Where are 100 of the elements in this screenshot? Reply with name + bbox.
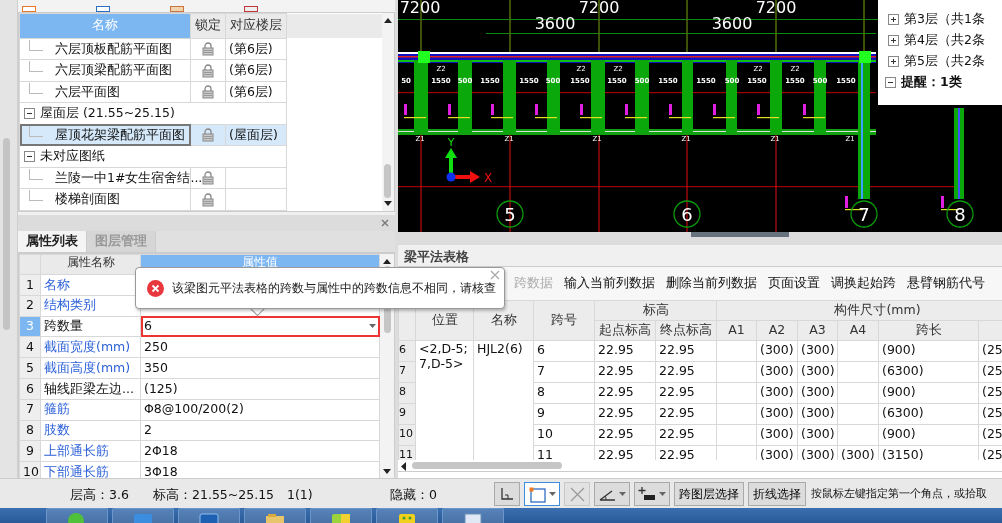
caret-icon[interactable] <box>369 324 376 329</box>
column-header[interactable]: 标高 <box>594 300 717 321</box>
property-value[interactable]: 2Φ18 <box>144 442 178 458</box>
table-cell: 7 <box>533 361 595 382</box>
property-name: 截面宽度(mm) <box>40 336 141 358</box>
column-header[interactable]: 构件尺寸(mm) <box>716 300 1002 321</box>
lock-icon[interactable] <box>202 85 214 100</box>
row-number[interactable]: 8 <box>19 420 41 441</box>
lock-icon[interactable] <box>202 63 214 78</box>
scrollbar-thumb[interactable] <box>384 164 392 198</box>
toolbar-button[interactable]: 输入当前列数据 <box>564 274 655 293</box>
column-header[interactable]: 对应楼层 <box>225 13 287 39</box>
collapse-icon[interactable] <box>24 151 35 163</box>
property-value[interactable]: (125) <box>144 380 178 396</box>
beam-frame-drawing[interactable] <box>398 0 878 232</box>
expand-icon[interactable] <box>888 35 899 46</box>
tree-item[interactable]: 第3层（共1条 <box>904 10 985 29</box>
status-text: 标高：21.55~25.15 <box>153 486 275 504</box>
expand-icon[interactable] <box>888 14 899 25</box>
scroll-up-arrow-icon[interactable] <box>382 258 392 265</box>
scrollbar-thumb[interactable] <box>3 138 10 330</box>
row-number[interactable]: 1 <box>19 274 41 296</box>
row-number[interactable]: 6 <box>19 378 41 400</box>
taskbar-button[interactable] <box>376 508 438 523</box>
table-cell: 22.95 <box>594 403 656 424</box>
taskbar-button[interactable] <box>178 508 240 523</box>
expand-icon[interactable] <box>888 56 899 67</box>
close-icon[interactable] <box>490 270 500 280</box>
column-header[interactable]: 锁定 <box>190 13 226 39</box>
property-name: 肢数 <box>40 420 141 441</box>
row-number[interactable]: 9 <box>398 403 416 424</box>
column-header[interactable]: 跨号 <box>533 300 595 340</box>
table-cell: 22.95 <box>655 424 717 445</box>
scroll-down-arrow-icon[interactable] <box>382 468 392 475</box>
property-value[interactable]: 2 <box>144 422 152 438</box>
row-number[interactable]: 6 <box>398 340 416 361</box>
select-button[interactable]: 跨图层选择 <box>674 482 744 506</box>
status-text: 隐藏：0 <box>390 486 437 504</box>
drawing-name[interactable]: 兰陵一中1#女生宿舍结... <box>55 169 203 185</box>
dropdown-field[interactable]: 6 <box>140 316 380 337</box>
floor-label: (第6层) <box>229 40 273 56</box>
column-header[interactable]: 属性名称 <box>40 254 141 275</box>
taskbar-button[interactable] <box>46 508 108 523</box>
table-cell: (300) <box>797 361 838 382</box>
app-icon <box>67 512 87 523</box>
toolbar-button[interactable]: 页面设置 <box>768 274 820 293</box>
taskbar-button[interactable] <box>310 508 372 523</box>
table-cell: 10 <box>533 424 595 445</box>
property-value[interactable]: 350 <box>144 359 168 375</box>
toolbar-button[interactable]: 删除当前列数据 <box>666 274 757 293</box>
table-cell: 22.95 <box>594 361 656 382</box>
property-value[interactable]: 250 <box>144 338 168 354</box>
scroll-left-arrow-icon[interactable] <box>401 462 407 471</box>
toolbar-button[interactable]: 悬臂钢筋代号 <box>907 274 985 293</box>
scroll-up-arrow-icon[interactable] <box>382 17 393 24</box>
scrollbar-thumb[interactable] <box>412 462 562 469</box>
splitter-handle[interactable] <box>691 232 789 237</box>
toolbar-button[interactable]: 调换起始跨 <box>831 274 896 293</box>
ortho-icon <box>498 485 516 503</box>
property-value[interactable]: 3Φ18 <box>144 463 178 479</box>
row-number[interactable]: 7 <box>19 399 41 421</box>
origin-dot <box>446 172 456 182</box>
dimension-label: 7200 <box>399 0 441 17</box>
row-number[interactable]: 9 <box>19 440 41 462</box>
taskbar-button[interactable] <box>442 508 504 523</box>
row-number[interactable]: 10 <box>398 424 416 445</box>
collapse-icon[interactable] <box>885 77 896 88</box>
row-number[interactable]: 5 <box>19 357 41 379</box>
lock-icon[interactable] <box>202 128 214 143</box>
axis-label: 6 <box>681 204 693 225</box>
lock-icon[interactable] <box>202 192 214 207</box>
row-number[interactable]: 4 <box>19 336 41 358</box>
row-number[interactable]: 7 <box>398 361 416 382</box>
table-cell: (300) <box>756 403 798 424</box>
close-icon[interactable] <box>381 219 389 227</box>
table-cell: (300) <box>797 403 838 424</box>
lock-icon[interactable] <box>202 42 214 56</box>
dimension-label: 3600 <box>534 14 576 33</box>
tree-item[interactable]: 提醒：1类 <box>901 73 962 92</box>
dimension-label: 7200 <box>578 0 620 17</box>
taskbar-button[interactable] <box>244 508 306 523</box>
panel-tab[interactable]: 属性列表 <box>18 231 87 252</box>
status-hint: 按鼠标左键指定第一个角点，或拾取 <box>811 485 987 502</box>
collapse-icon[interactable] <box>24 108 35 120</box>
row-number[interactable]: 8 <box>398 382 416 403</box>
property-name: 箍筋 <box>40 399 141 421</box>
status-text: 1(1) <box>287 486 313 504</box>
table-cell: (6300) <box>878 361 979 382</box>
row-number[interactable]: 2 <box>19 295 41 317</box>
axis-label: 7 <box>858 204 870 225</box>
y-axis-arrow <box>445 148 457 175</box>
app-icon <box>265 512 285 523</box>
lock-icon[interactable] <box>202 171 214 186</box>
table-cell: (900) <box>878 382 979 403</box>
scroll-down-arrow-icon[interactable] <box>382 200 393 207</box>
tree-item[interactable]: 第5层（共2条 <box>904 52 985 71</box>
tree-item[interactable]: 第4层（共2条 <box>904 31 985 50</box>
tool-button[interactable] <box>634 482 670 506</box>
error-icon <box>147 279 164 297</box>
select-button[interactable]: 折线选择 <box>748 482 806 506</box>
